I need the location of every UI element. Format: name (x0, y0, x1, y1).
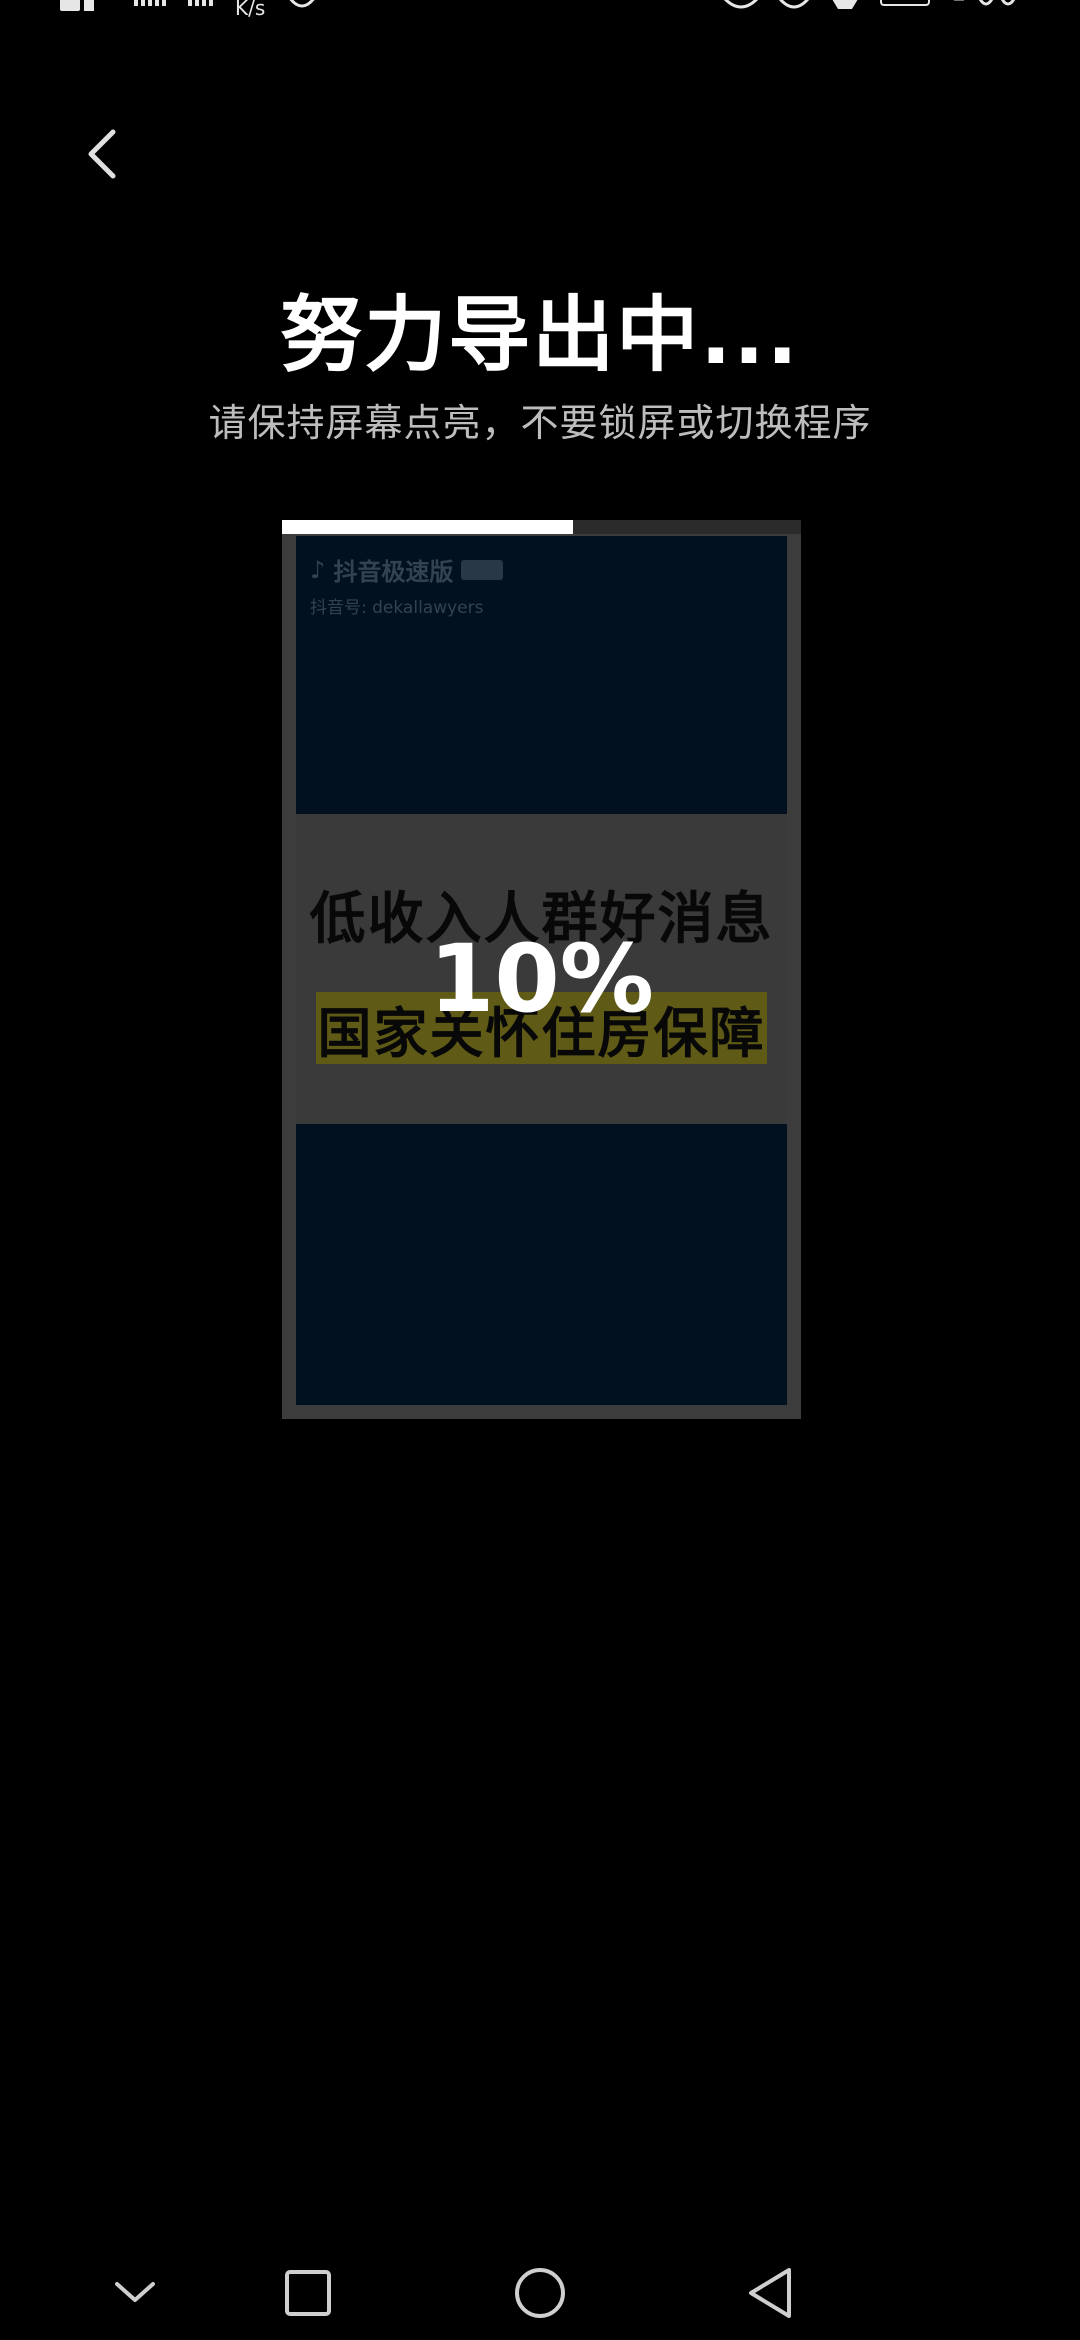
app-watermark: ♪ 抖音极速版 抖音号: dekallawyers (310, 552, 503, 618)
silent-icon (778, 0, 810, 19)
clock-icon (950, 0, 1020, 19)
back-button[interactable] (72, 124, 132, 188)
circle-icon (513, 2266, 567, 2324)
chevron-down-icon (113, 2280, 157, 2310)
battery-icon (880, 0, 930, 6)
status-bar: K/s (0, 0, 1080, 24)
nfc-icon (60, 0, 112, 19)
square-icon (284, 2269, 332, 2321)
chevron-left-icon (85, 128, 119, 184)
export-preview: ♪ 抖音极速版 抖音号: dekallawyers 低收入人群好消息 国家关怀住… (282, 520, 801, 1419)
watermark-app-name: 抖音极速版 (333, 558, 454, 586)
export-progress-fill (282, 520, 573, 534)
watermark-id: 抖音号: dekallawyers (310, 598, 484, 618)
netspeed-unit: K/s (235, 0, 266, 20)
nav-hide-button[interactable] (100, 2260, 170, 2330)
progress-percent: 10% (429, 925, 654, 1034)
signal-icon (188, 0, 213, 6)
nav-recents-button[interactable] (273, 2260, 343, 2330)
nav-home-button[interactable] (505, 2260, 575, 2330)
system-nav-bar (0, 2240, 1080, 2340)
page-subtitle: 请保持屏幕点亮，不要锁屏或切换程序 (208, 401, 872, 445)
watermark-badge (461, 559, 503, 580)
export-screen: K/s 努力导出中... 请保持屏幕点亮，不要锁屏或切换程序 ♪ 抖音极速版 抖… (0, 0, 1080, 2340)
eye-icon (723, 0, 759, 19)
triangle-back-icon (745, 2266, 795, 2324)
vpn-icon (287, 0, 317, 19)
bell-off-icon (830, 0, 860, 19)
nav-back-button[interactable] (735, 2260, 805, 2330)
signal-4g-icon (134, 0, 166, 6)
status-left: K/s (60, 0, 317, 20)
tiktok-logo-icon: ♪ (310, 555, 326, 584)
export-progress-track (282, 520, 801, 534)
status-right (723, 0, 1020, 19)
page-title: 努力导出中... (280, 288, 800, 383)
